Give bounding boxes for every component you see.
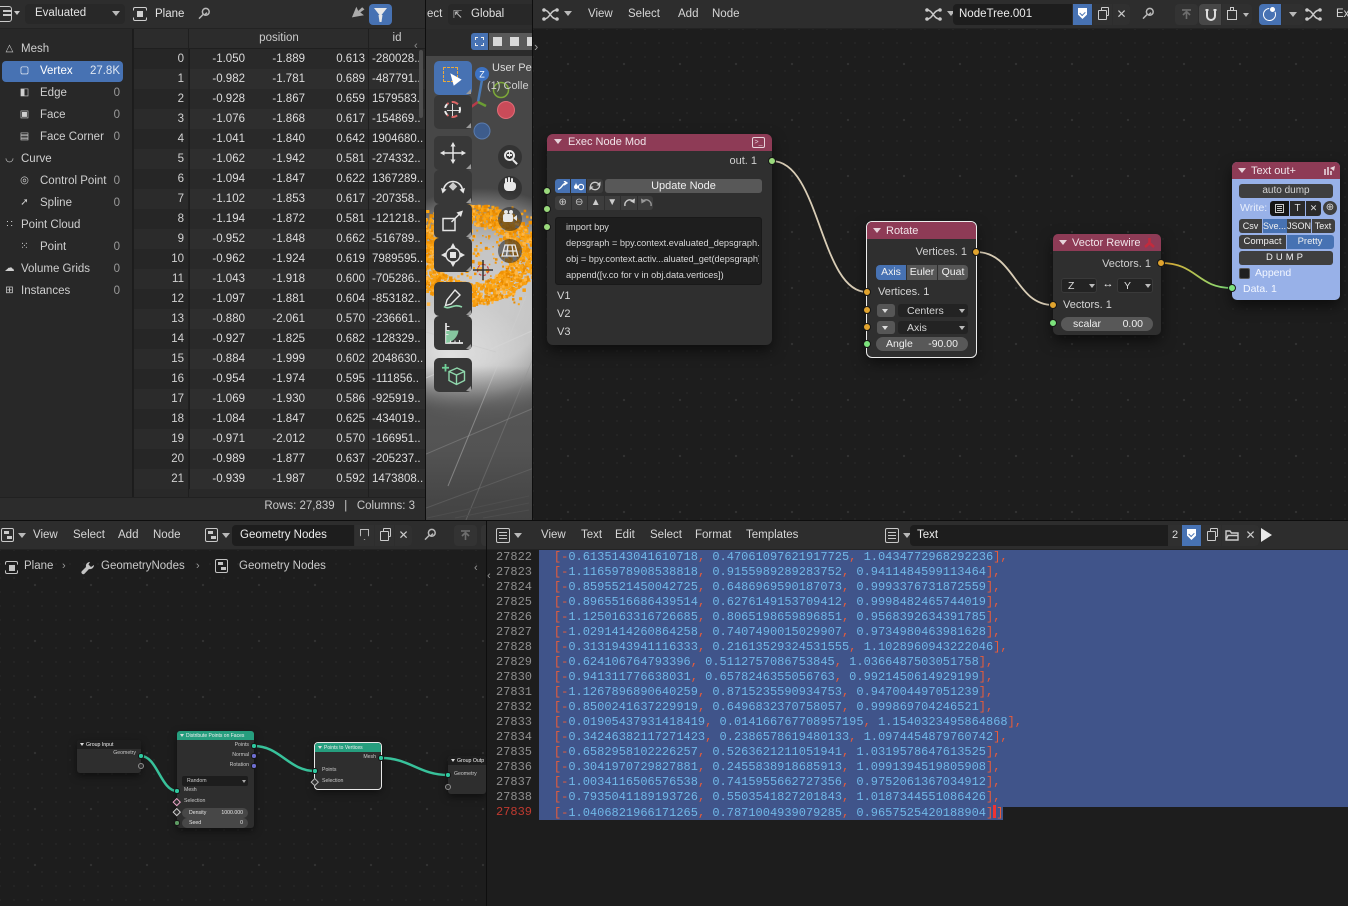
svg-text:Z: Z — [479, 70, 485, 80]
